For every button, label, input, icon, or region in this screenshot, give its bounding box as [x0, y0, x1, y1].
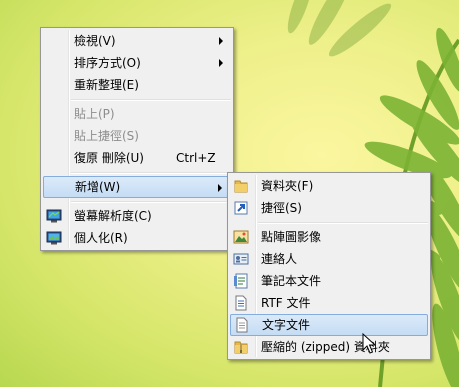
- menu-item-label: 資料夾(F): [261, 179, 314, 193]
- shortcut-icon: [234, 201, 248, 215]
- submenu-arrow-icon: [219, 59, 223, 67]
- folder-icon: [234, 180, 248, 193]
- menu-item-shortcut: Ctrl+Z: [176, 151, 216, 165]
- submenu-item-rtf-document[interactable]: RTF 文件: [230, 292, 428, 314]
- menu-item-label: 連絡人: [261, 252, 298, 266]
- text-document-icon: [236, 317, 248, 333]
- journal-document-icon: [234, 273, 248, 289]
- submenu-item-shortcut[interactable]: 捷徑(S): [230, 197, 428, 219]
- rtf-document-icon: [235, 295, 247, 311]
- menu-item-new[interactable]: 新增(W): [43, 176, 231, 198]
- menu-item-label: 點陣圖影像: [261, 230, 322, 244]
- menu-separator: [71, 201, 231, 203]
- mouse-pointer-icon: [362, 333, 376, 354]
- bitmap-image-icon: [233, 230, 249, 244]
- menu-separator: [71, 172, 231, 174]
- menu-item-label: 貼上(P): [74, 107, 115, 121]
- menu-item-label: 捷徑(S): [261, 201, 302, 215]
- submenu-item-folder[interactable]: 資料夾(F): [230, 175, 428, 197]
- menu-item-undo-delete[interactable]: 復原 刪除(U) Ctrl+Z: [43, 147, 231, 169]
- submenu-item-zip-folder[interactable]: 壓縮的 (zipped) 資料夾: [230, 336, 428, 358]
- personalize-icon: [46, 231, 62, 245]
- display-resolution-icon: [46, 209, 62, 223]
- contact-icon: [233, 253, 249, 265]
- menu-item-label: 螢幕解析度(C): [74, 209, 152, 223]
- menu-item-label: 文字文件: [262, 318, 311, 332]
- submenu-arrow-icon: [219, 37, 223, 45]
- desktop-context-menu: 檢視(V) 排序方式(O) 重新整理(E) 貼上(P) 貼上捷徑(S) 復原 刪…: [40, 27, 234, 251]
- submenu-item-bitmap-image[interactable]: 點陣圖影像: [230, 226, 428, 248]
- menu-item-label: 復原 刪除(U): [74, 151, 144, 165]
- menu-item-view[interactable]: 檢視(V): [43, 30, 231, 52]
- menu-item-paste[interactable]: 貼上(P): [43, 103, 231, 125]
- menu-separator: [71, 99, 231, 101]
- submenu-item-contact[interactable]: 連絡人: [230, 248, 428, 270]
- submenu-arrow-icon: [218, 184, 222, 192]
- menu-item-screen-resolution[interactable]: 螢幕解析度(C): [43, 205, 231, 227]
- menu-item-refresh[interactable]: 重新整理(E): [43, 74, 231, 96]
- menu-item-label: 筆記本文件: [261, 274, 322, 288]
- zip-folder-icon: [234, 341, 248, 354]
- menu-item-label: 新增(W): [75, 180, 121, 194]
- menu-item-label: 檢視(V): [74, 34, 116, 48]
- new-submenu: 資料夾(F) 捷徑(S) 點陣圖影像 連絡人 筆記本文件 RTF 文件 文字文件…: [227, 172, 431, 360]
- menu-item-sort-by[interactable]: 排序方式(O): [43, 52, 231, 74]
- menu-separator: [258, 222, 428, 224]
- menu-item-personalize[interactable]: 個人化(R): [43, 227, 231, 249]
- menu-item-label: 重新整理(E): [74, 78, 139, 92]
- menu-item-label: 排序方式(O): [74, 56, 141, 70]
- menu-item-label: 貼上捷徑(S): [74, 129, 139, 143]
- submenu-item-text-document[interactable]: 文字文件: [230, 314, 428, 336]
- menu-item-label: 個人化(R): [74, 231, 128, 245]
- menu-item-paste-shortcut[interactable]: 貼上捷徑(S): [43, 125, 231, 147]
- menu-item-label: RTF 文件: [261, 296, 311, 310]
- submenu-item-journal-document[interactable]: 筆記本文件: [230, 270, 428, 292]
